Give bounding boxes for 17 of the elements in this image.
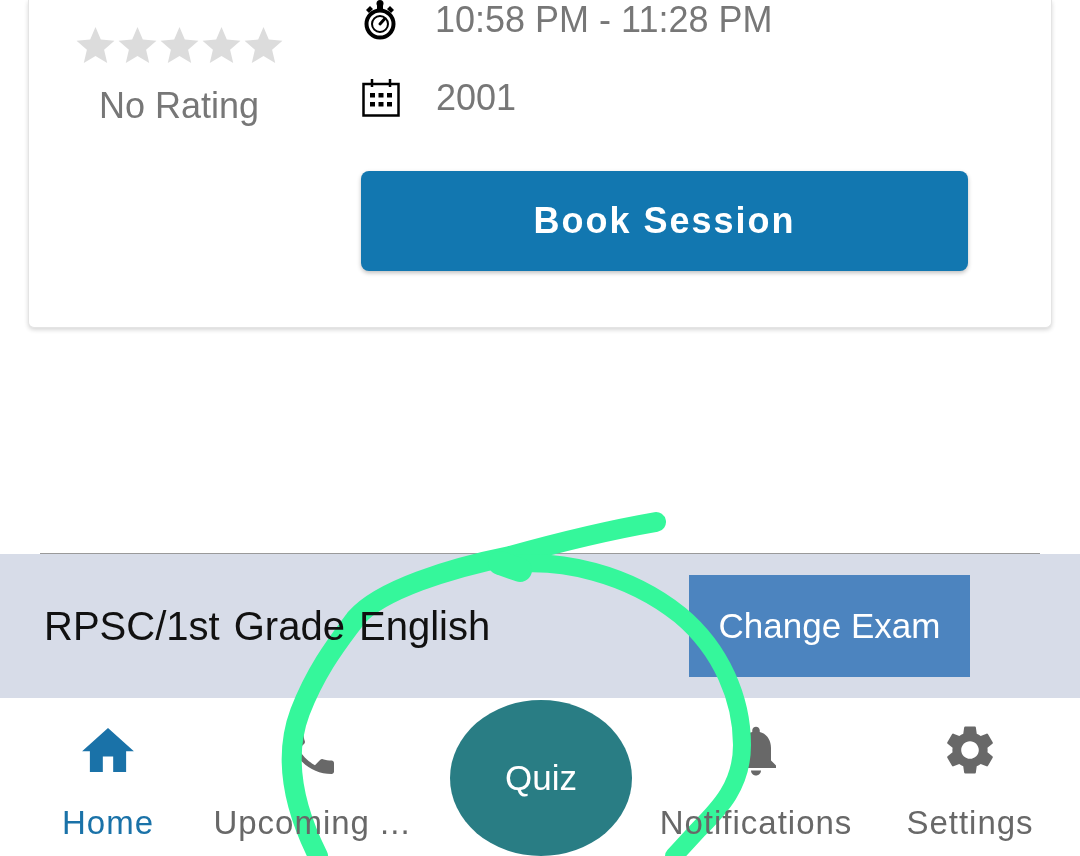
quiz-button[interactable]: Quiz — [450, 700, 632, 856]
book-session-button[interactable]: Book Session — [361, 171, 968, 271]
session-date: 2001 — [436, 78, 517, 118]
settings-icon — [947, 725, 993, 775]
home-icon — [82, 728, 134, 772]
rating-label: No Rating — [98, 85, 260, 127]
star-icon — [159, 27, 199, 63]
stopwatch-icon — [362, 0, 398, 40]
change-exam-button[interactable]: Change Exam — [689, 575, 970, 677]
star-icon — [243, 27, 283, 63]
star-icon — [117, 27, 157, 63]
nav-tab[interactable]: Settings — [906, 698, 1034, 842]
nav-tab[interactable]: Home — [62, 698, 154, 842]
session-time: 10:58 PM - 11:28 PM — [435, 0, 773, 40]
calendar-icon — [362, 79, 400, 117]
star-icon — [75, 27, 115, 63]
star-icon — [201, 27, 241, 63]
